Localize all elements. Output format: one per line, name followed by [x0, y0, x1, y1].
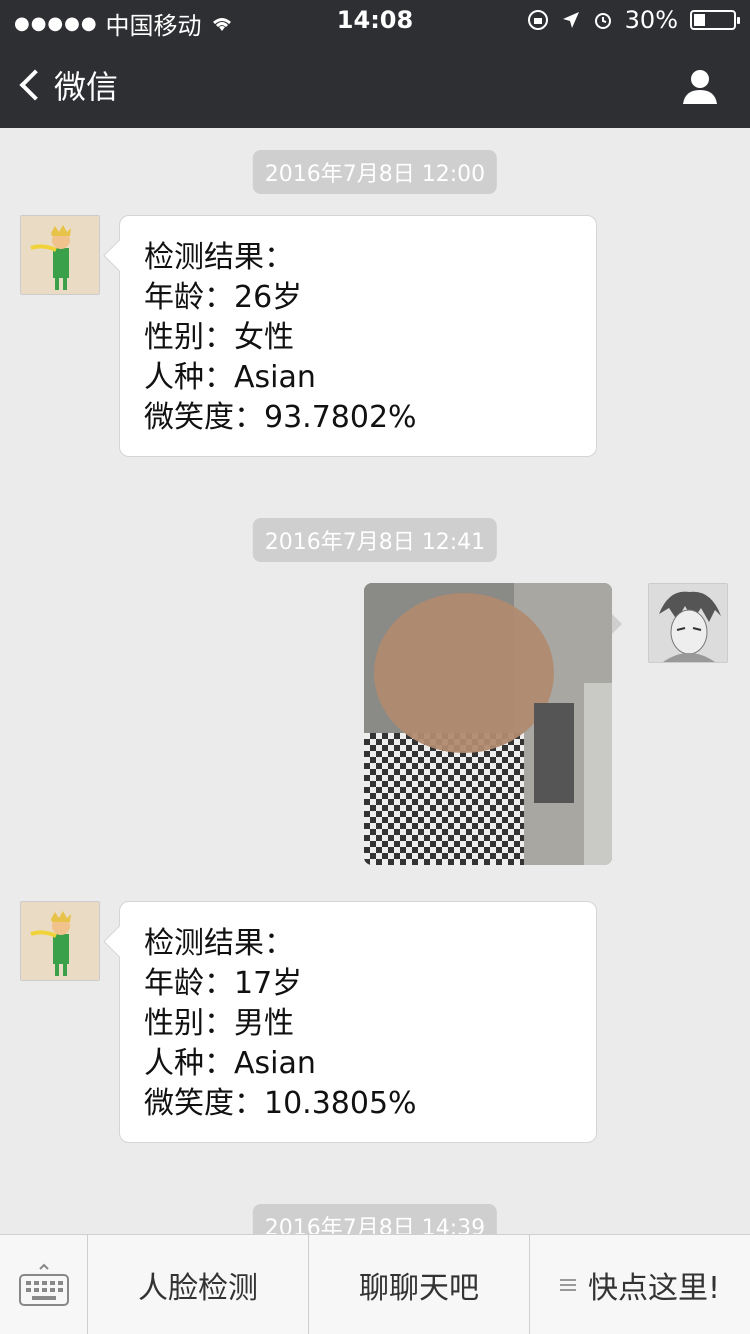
message-line: 人种：Asian — [144, 1046, 316, 1081]
user-avatar[interactable] — [648, 583, 728, 663]
menu-button-label: 聊聊天吧 — [359, 1271, 479, 1306]
message-line: 性别：男性 — [144, 1006, 294, 1041]
avatar-image — [21, 902, 99, 980]
message-line: 年龄：17岁 — [144, 966, 303, 1001]
chevron-left-icon — [19, 69, 51, 101]
message-line: 性别：女性 — [144, 320, 294, 355]
message-line: 年龄：26岁 — [144, 280, 303, 315]
menu-button-submenu[interactable]: 快点这里! — [530, 1235, 750, 1334]
battery-icon — [690, 10, 740, 30]
battery-percent: 30% — [624, 6, 678, 34]
timestamp-chip: 2016年7月8日 12:41 — [252, 518, 498, 562]
rotation-lock-icon — [527, 10, 548, 30]
message-line: 微笑度：10.3805% — [144, 1086, 417, 1121]
menu-button-label: 人脸检测 — [138, 1271, 258, 1306]
photo-image — [364, 583, 612, 865]
location-icon — [562, 12, 579, 28]
message-bubble[interactable]: 检测结果： 年龄：26岁 性别：女性 人种：Asian 微笑度：93.7802% — [119, 215, 597, 457]
timestamp-chip: 2016年7月8日 12:00 — [252, 150, 498, 194]
battery-fill — [694, 14, 706, 26]
back-button[interactable]: 微信 — [18, 62, 118, 108]
photo-message[interactable] — [364, 583, 612, 865]
alarm-icon — [594, 13, 611, 29]
menu-button-label: 快点这里! — [587, 1271, 721, 1306]
message-line: 检测结果： — [144, 926, 294, 961]
message-line: 人种：Asian — [144, 360, 316, 395]
top-bar: ●●●●● 中国移动 14:08 30% 微信 — [0, 0, 750, 128]
nav-bar: 微信 — [0, 44, 750, 128]
avatar-image — [21, 216, 99, 294]
bottom-menu-bar: 人脸检测 聊聊天吧 快点这里! — [0, 1234, 750, 1334]
bot-avatar[interactable] — [20, 215, 100, 295]
message-line: 检测结果： — [144, 240, 294, 275]
status-bar: ●●●●● 中国移动 14:08 30% — [0, 0, 750, 40]
back-label: 微信 — [54, 68, 119, 106]
bot-avatar[interactable] — [20, 901, 100, 981]
menu-icon — [559, 1276, 576, 1294]
menu-button-chat[interactable]: 聊聊天吧 — [309, 1235, 530, 1334]
chat-area[interactable]: 2016年7月8日 12:00 检测结果： 年龄：26岁 性别：女性 人种：As… — [0, 128, 750, 1234]
message-line: 微笑度：93.7802% — [144, 400, 417, 435]
timestamp-chip: 2016年7月8日 14:39 — [252, 1204, 498, 1234]
photo-bubble-tail — [612, 614, 622, 634]
avatar-image — [649, 584, 727, 662]
message-bubble[interactable]: 检测结果： 年龄：17岁 性别：男性 人种：Asian 微笑度：10.3805% — [119, 901, 597, 1143]
person-icon[interactable] — [680, 66, 720, 106]
keyboard-icon — [18, 1263, 69, 1306]
keyboard-toggle-button[interactable] — [0, 1235, 88, 1334]
menu-button-face-detect[interactable]: 人脸检测 — [88, 1235, 309, 1334]
